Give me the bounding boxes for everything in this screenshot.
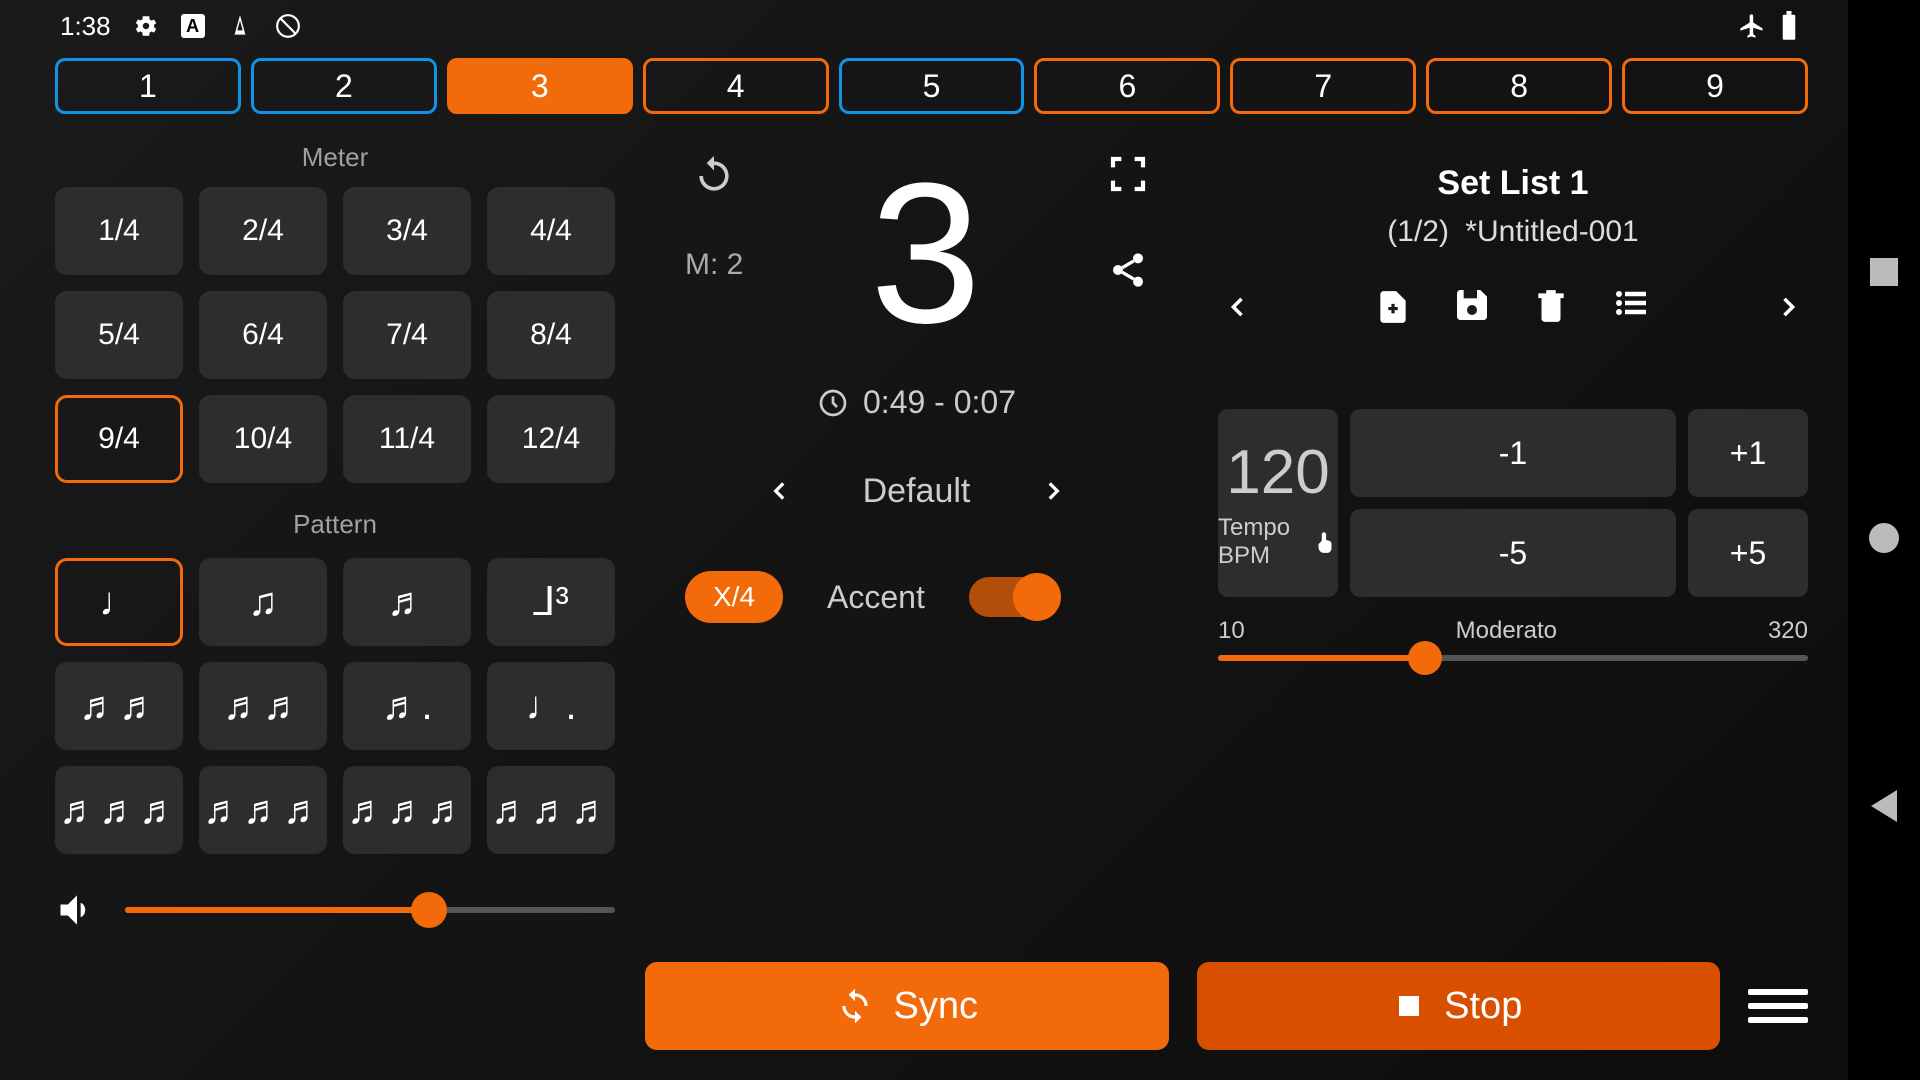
- meter-8-4[interactable]: 8/4: [487, 291, 615, 379]
- setlist-header: Set List 1 (1/2) *Untitled-001: [1218, 164, 1808, 249]
- timer-text: 0:49 - 0:07: [863, 384, 1016, 421]
- pattern-5[interactable]: ♬♬: [55, 662, 183, 750]
- stop-icon: [1394, 991, 1424, 1021]
- beats-row: 123456789: [55, 58, 1808, 114]
- beat-4[interactable]: 4: [643, 58, 829, 114]
- tempo-min: 10: [1218, 617, 1245, 645]
- share-icon[interactable]: [1108, 250, 1148, 290]
- metronome-icon: [227, 13, 253, 39]
- meter-label: Meter: [55, 142, 615, 173]
- beat-counter: 3: [870, 154, 981, 354]
- pattern-12[interactable]: ♬♬♬: [487, 766, 615, 854]
- back-button[interactable]: [1871, 790, 1897, 822]
- beat-5[interactable]: 5: [839, 58, 1025, 114]
- repeat-icon[interactable]: [692, 154, 736, 198]
- timer-row: 0:49 - 0:07: [665, 384, 1168, 421]
- meter-12-4[interactable]: 12/4: [487, 395, 615, 483]
- settings-icon: [133, 13, 159, 39]
- clock-icon: [817, 387, 849, 419]
- meter-10-4[interactable]: 10/4: [199, 395, 327, 483]
- pattern-grid: ♩♫♬⅃³♬♬♬♬♬.♩.♬♬♬♬♬♬♬♬♬♬♬♬: [55, 558, 615, 854]
- meter-11-4[interactable]: 11/4: [343, 395, 471, 483]
- tempo-plus-5-button[interactable]: +5: [1688, 509, 1808, 597]
- volume-slider[interactable]: [125, 907, 615, 913]
- meter-4-4[interactable]: 4/4: [487, 187, 615, 275]
- setlist-title[interactable]: Set List 1: [1218, 164, 1808, 203]
- beat-9[interactable]: 9: [1622, 58, 1808, 114]
- tempo-word: Moderato: [1456, 617, 1557, 645]
- airplane-icon: [1738, 12, 1766, 40]
- measure-label: M: 2: [685, 248, 743, 282]
- save-icon[interactable]: [1452, 285, 1492, 329]
- x4-button[interactable]: X/4: [685, 571, 783, 623]
- pattern-1[interactable]: ♩: [55, 558, 183, 646]
- tempo-minus-5-button[interactable]: -5: [1350, 509, 1676, 597]
- pattern-7[interactable]: ♬.: [343, 662, 471, 750]
- pattern-label: Pattern: [55, 509, 615, 540]
- pattern-6[interactable]: ♬♬: [199, 662, 327, 750]
- pattern-2[interactable]: ♫: [199, 558, 327, 646]
- file-toolbar: [1218, 285, 1808, 329]
- stop-label: Stop: [1444, 985, 1522, 1028]
- meter-5-4[interactable]: 5/4: [55, 291, 183, 379]
- tap-icon: [1312, 527, 1338, 557]
- auto-icon: A: [181, 14, 205, 38]
- tempo-plus-1-button[interactable]: +1: [1688, 409, 1808, 497]
- preset-next-icon[interactable]: [1040, 471, 1066, 511]
- beat-3[interactable]: 3: [447, 58, 633, 114]
- tempo-display[interactable]: 120 Tempo BPM: [1218, 409, 1338, 597]
- battery-icon: [1780, 11, 1798, 41]
- sync-button[interactable]: Sync: [645, 962, 1169, 1050]
- pattern-11[interactable]: ♬♬♬: [343, 766, 471, 854]
- beat-7[interactable]: 7: [1230, 58, 1416, 114]
- sync-icon: [836, 987, 874, 1025]
- tempo-minus-1-button[interactable]: -1: [1350, 409, 1676, 497]
- home-button[interactable]: [1869, 523, 1899, 553]
- menu-button[interactable]: [1748, 989, 1808, 1023]
- meter-7-4[interactable]: 7/4: [343, 291, 471, 379]
- tempo-slider[interactable]: [1218, 655, 1808, 661]
- preset-name[interactable]: Default: [863, 472, 971, 511]
- status-bar: 1:38 A: [55, 0, 1808, 52]
- setlist-position: (1/2): [1387, 215, 1449, 248]
- song-name[interactable]: *Untitled-001: [1465, 215, 1638, 248]
- pattern-3[interactable]: ♬: [343, 558, 471, 646]
- beat-6[interactable]: 6: [1034, 58, 1220, 114]
- song-next-icon[interactable]: [1774, 287, 1802, 327]
- tempo-max: 320: [1768, 617, 1808, 645]
- pattern-9[interactable]: ♬♬♬: [55, 766, 183, 854]
- meter-6-4[interactable]: 6/4: [199, 291, 327, 379]
- clock: 1:38: [60, 11, 111, 42]
- delete-icon[interactable]: [1532, 285, 1570, 329]
- beat-1[interactable]: 1: [55, 58, 241, 114]
- accent-toggle[interactable]: [969, 577, 1055, 617]
- meter-9-4[interactable]: 9/4: [55, 395, 183, 483]
- preset-prev-icon[interactable]: [767, 471, 793, 511]
- android-navbar: [1848, 0, 1920, 1080]
- beat-8[interactable]: 8: [1426, 58, 1612, 114]
- fullscreen-icon[interactable]: [1108, 154, 1148, 194]
- pattern-10[interactable]: ♬♬♬: [199, 766, 327, 854]
- no-ads-icon: [275, 13, 301, 39]
- beat-2[interactable]: 2: [251, 58, 437, 114]
- meter-3-4[interactable]: 3/4: [343, 187, 471, 275]
- stop-button[interactable]: Stop: [1197, 962, 1721, 1050]
- song-prev-icon[interactable]: [1224, 287, 1252, 327]
- tempo-value: 120: [1226, 437, 1329, 508]
- new-file-icon[interactable]: [1374, 285, 1412, 329]
- pattern-4[interactable]: ⅃³: [487, 558, 615, 646]
- meter-grid: 1/42/43/44/4 5/46/47/48/4 9/410/411/412/4: [55, 187, 615, 483]
- tempo-label: Tempo BPM: [1218, 514, 1298, 570]
- volume-icon[interactable]: [55, 888, 99, 932]
- pattern-8[interactable]: ♩.: [487, 662, 615, 750]
- list-icon[interactable]: [1610, 285, 1652, 329]
- meter-2-4[interactable]: 2/4: [199, 187, 327, 275]
- meter-1-4[interactable]: 1/4: [55, 187, 183, 275]
- accent-label: Accent: [827, 579, 925, 616]
- sync-label: Sync: [894, 985, 978, 1028]
- recents-button[interactable]: [1870, 258, 1898, 286]
